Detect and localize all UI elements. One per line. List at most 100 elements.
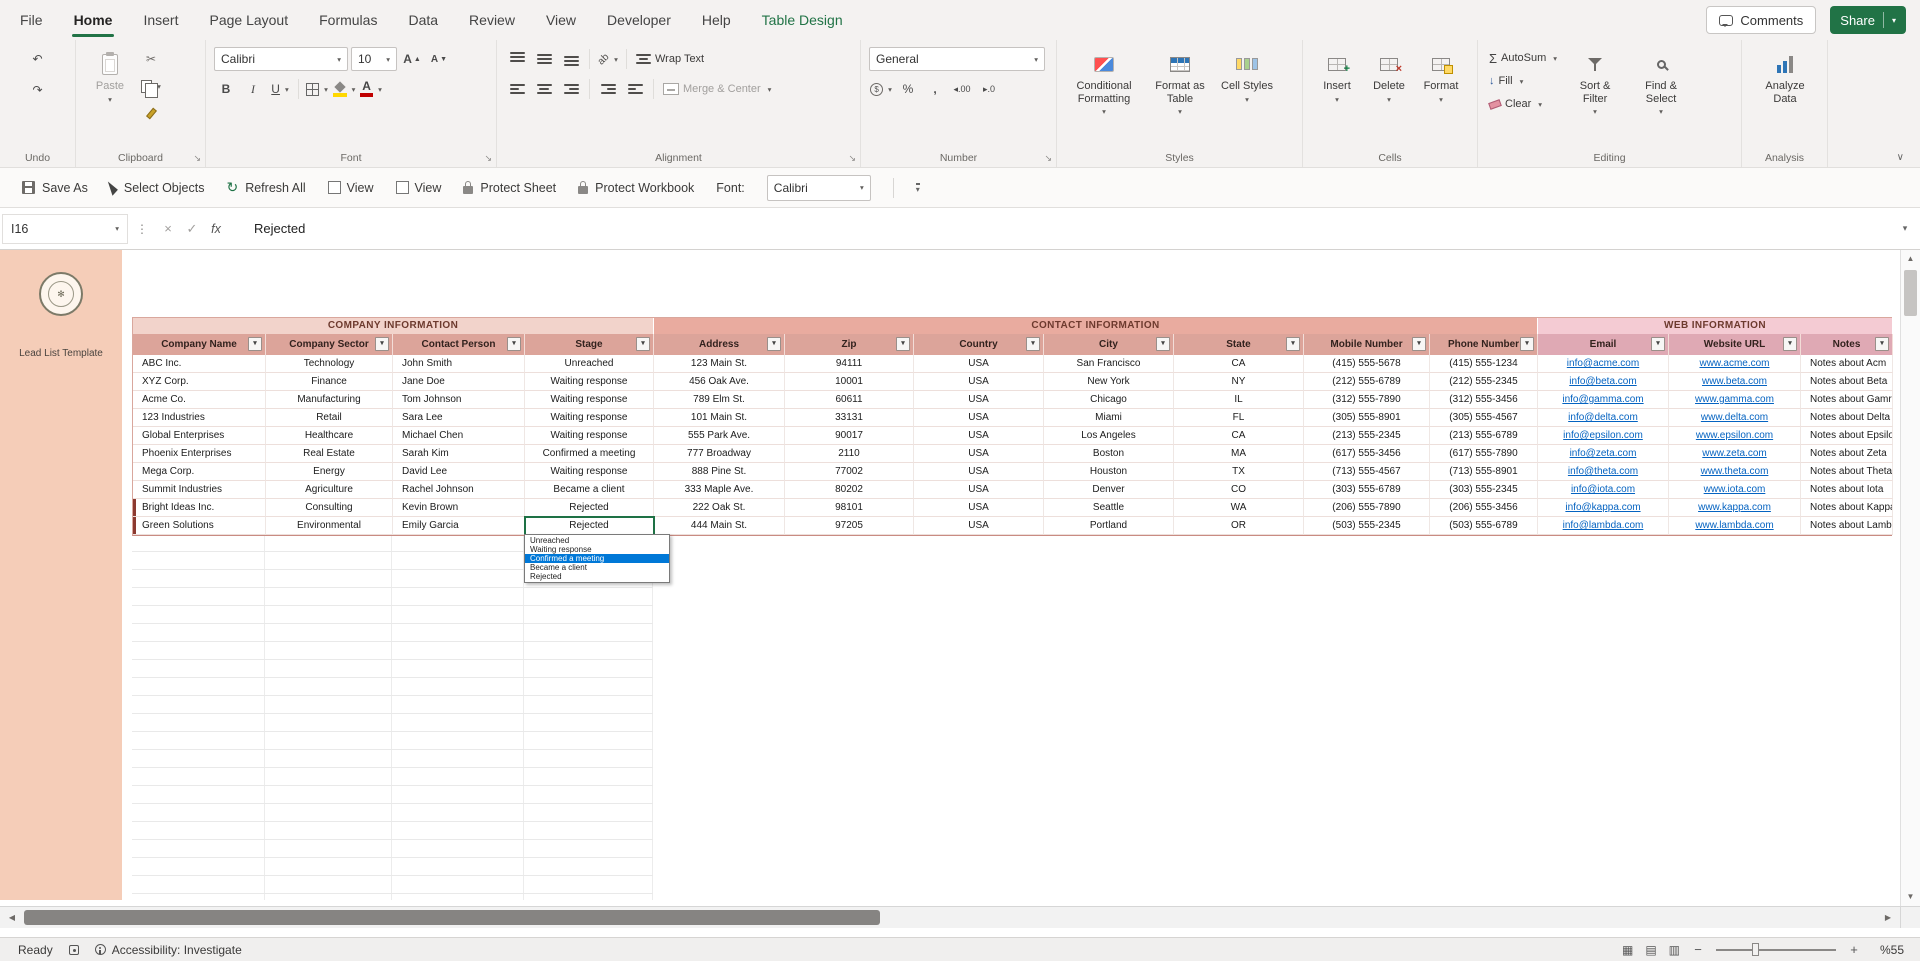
zoom-slider[interactable] <box>1716 949 1836 951</box>
normal-view-button[interactable]: ▦ <box>1622 943 1633 957</box>
cell[interactable]: (213) 555-2345 <box>1304 427 1430 445</box>
cell[interactable]: Became a client <box>525 481 654 499</box>
cell[interactable]: WA <box>1174 499 1304 517</box>
cell[interactable]: Green Solutions <box>133 517 266 535</box>
alignment-dialog-launcher-icon[interactable]: ↘ <box>848 153 856 164</box>
cell[interactable]: (503) 555-2345 <box>1304 517 1430 535</box>
scroll-left-arrow[interactable]: ◀ <box>0 913 24 922</box>
cell[interactable]: 123 Main St. <box>654 355 785 373</box>
cell[interactable]: (312) 555-7890 <box>1304 391 1430 409</box>
horizontal-scroll-thumb[interactable] <box>24 910 880 925</box>
cell[interactable]: Unreached <box>525 355 654 373</box>
menu-view[interactable]: View <box>544 0 578 40</box>
cell[interactable]: CA <box>1174 355 1304 373</box>
cell[interactable]: Energy <box>266 463 393 481</box>
cell-link[interactable]: info@iota.com <box>1538 481 1669 499</box>
protect-sheet-button[interactable]: Protect Sheet <box>463 181 556 195</box>
cell-link[interactable]: www.zeta.com <box>1669 445 1801 463</box>
filter-button[interactable]: ▾ <box>767 337 781 351</box>
cell-link[interactable]: www.iota.com <box>1669 481 1801 499</box>
increase-font-button[interactable]: A▲ <box>400 47 424 71</box>
cell[interactable]: Tom Johnson <box>393 391 525 409</box>
menu-review[interactable]: Review <box>467 0 517 40</box>
clear-button[interactable]: Clear▾ <box>1486 93 1560 115</box>
filter-button[interactable]: ▾ <box>636 337 650 351</box>
select-objects-button[interactable]: Select Objects <box>110 180 205 195</box>
column-header-city[interactable]: City▾ <box>1044 334 1174 355</box>
cell[interactable]: USA <box>914 481 1044 499</box>
cell[interactable]: Mega Corp. <box>133 463 266 481</box>
cell[interactable]: Denver <box>1044 481 1174 499</box>
cancel-entry-button[interactable]: × <box>156 217 180 241</box>
cell[interactable]: 456 Oak Ave. <box>654 373 785 391</box>
format-as-table-button[interactable]: Format as Table▾ <box>1143 47 1217 149</box>
formula-bar-expand-button[interactable]: ▾ <box>1890 223 1920 234</box>
cell[interactable]: Waiting response <box>525 463 654 481</box>
filter-button[interactable]: ▾ <box>1286 337 1300 351</box>
cell[interactable]: Emily Garcia <box>393 517 525 535</box>
cell[interactable]: (305) 555-4567 <box>1430 409 1538 427</box>
cell[interactable]: Confirmed a meeting <box>525 445 654 463</box>
dropdown-option[interactable]: Rejected <box>525 572 669 581</box>
percent-style-button[interactable]: % <box>896 77 920 101</box>
cell[interactable]: 77002 <box>785 463 914 481</box>
comma-style-button[interactable]: , <box>923 77 947 101</box>
decrease-indent-button[interactable] <box>596 77 620 101</box>
cell[interactable]: 10001 <box>785 373 914 391</box>
decrease-font-button[interactable]: A▼ <box>427 47 451 71</box>
protect-workbook-button[interactable]: Protect Workbook <box>578 181 694 195</box>
cell[interactable]: USA <box>914 463 1044 481</box>
dropdown-option[interactable]: Became a client <box>525 563 669 572</box>
data-validation-dropdown-button[interactable]: ▾ <box>653 517 654 535</box>
cell[interactable]: Technology <box>266 355 393 373</box>
column-header-country[interactable]: Country▾ <box>914 334 1044 355</box>
filter-button[interactable]: ▾ <box>896 337 910 351</box>
cell[interactable]: Kevin Brown <box>393 499 525 517</box>
cell[interactable]: USA <box>914 391 1044 409</box>
cell-link[interactable]: info@beta.com <box>1538 373 1669 391</box>
cell[interactable]: ABC Inc. <box>133 355 266 373</box>
column-header-company-sector[interactable]: Company Sector▾ <box>266 334 393 355</box>
dropdown-option[interactable]: Confirmed a meeting <box>525 554 669 563</box>
cut-button[interactable]: ✂ <box>139 47 163 71</box>
cell[interactable]: Chicago <box>1044 391 1174 409</box>
share-button[interactable]: Share▾ <box>1830 6 1906 34</box>
cell[interactable]: 444 Main St. <box>654 517 785 535</box>
cell[interactable]: 789 Elm St. <box>654 391 785 409</box>
cell[interactable]: USA <box>914 499 1044 517</box>
cell-link[interactable]: info@kappa.com <box>1538 499 1669 517</box>
font-name-select[interactable]: Calibri▾ <box>214 47 348 71</box>
column-header-state[interactable]: State▾ <box>1174 334 1304 355</box>
cell-link[interactable]: www.kappa.com <box>1669 499 1801 517</box>
align-middle-button[interactable] <box>532 47 556 71</box>
filter-button[interactable]: ▾ <box>1412 337 1426 351</box>
cell[interactable]: 60611 <box>785 391 914 409</box>
align-bottom-button[interactable] <box>559 47 583 71</box>
selected-cell[interactable]: Rejected▾ <box>525 517 654 535</box>
cell[interactable]: Manufacturing <box>266 391 393 409</box>
refresh-all-button[interactable]: ↻Refresh All <box>226 181 305 195</box>
cell-link[interactable]: www.beta.com <box>1669 373 1801 391</box>
column-header-phone-number[interactable]: Phone Number▾ <box>1430 334 1538 355</box>
page-layout-view-button[interactable]: ▤ <box>1645 943 1656 957</box>
cell[interactable]: Jane Doe <box>393 373 525 391</box>
align-right-button[interactable] <box>559 77 583 101</box>
cell[interactable]: (617) 555-7890 <box>1430 445 1538 463</box>
undo-button[interactable]: ↶ <box>26 47 50 71</box>
format-cells-button[interactable]: Format▾ <box>1415 47 1467 149</box>
cell[interactable]: Waiting response <box>525 373 654 391</box>
autosum-button[interactable]: ΣAutoSum▾ <box>1486 47 1560 69</box>
quickbar-font-select[interactable]: Calibri▾ <box>767 175 871 201</box>
column-header-mobile-number[interactable]: Mobile Number▾ <box>1304 334 1430 355</box>
cell[interactable]: (206) 555-7890 <box>1304 499 1430 517</box>
cell[interactable]: David Lee <box>393 463 525 481</box>
cell[interactable]: (303) 555-2345 <box>1430 481 1538 499</box>
scroll-up-arrow[interactable]: ▲ <box>1901 250 1920 268</box>
cell[interactable]: Notes about Iota <box>1801 481 1893 499</box>
cell[interactable]: Global Enterprises <box>133 427 266 445</box>
cell[interactable]: Waiting response <box>525 409 654 427</box>
cell[interactable]: Summit Industries <box>133 481 266 499</box>
column-header-notes[interactable]: Notes▾ <box>1801 334 1893 355</box>
macro-record-icon[interactable] <box>69 945 79 955</box>
cell[interactable]: USA <box>914 427 1044 445</box>
